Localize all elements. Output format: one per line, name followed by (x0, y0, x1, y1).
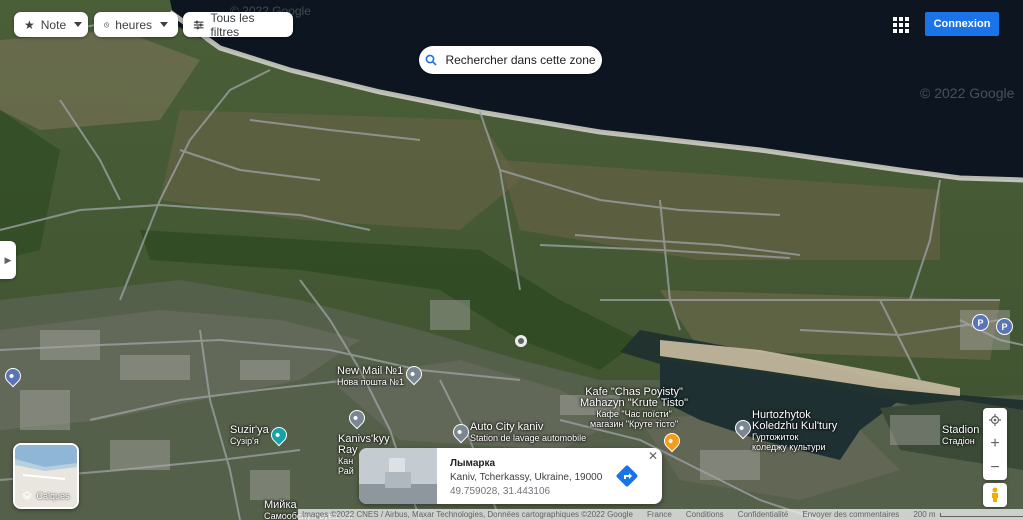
note-filter-chip[interactable]: ★ Note (14, 12, 88, 37)
hours-filter-chip[interactable]: heures (94, 12, 178, 37)
label-hurtozhytok[interactable]: Hurtozhytok Koledzhu Kul'tury Гуртожиток… (752, 410, 837, 453)
chevron-down-icon (74, 22, 83, 27)
scale-label: 200 m (913, 510, 936, 519)
label-suziria[interactable]: Suzir'ya Сузір'я (230, 425, 269, 447)
place-title: Лымарка (450, 458, 496, 469)
place-card[interactable]: Лымарка Kaniv, Tcherkassy, Ukraine, 1900… (359, 448, 662, 504)
sliders-icon (193, 20, 204, 29)
clock-icon (104, 22, 110, 27)
scale-bar[interactable]: 200 m (913, 510, 1023, 519)
zoom-in-button[interactable]: + (983, 432, 1007, 456)
crosshair-icon (989, 414, 1001, 426)
terms-link[interactable]: Conditions (686, 510, 724, 519)
street-view-pegman[interactable] (983, 483, 1007, 507)
hours-filter-label: heures (115, 17, 152, 32)
privacy-link[interactable]: Confidentialité (738, 510, 789, 519)
label-stadion[interactable]: Stadion Стадіон (942, 425, 979, 447)
zoom-out-button[interactable]: − (983, 456, 1007, 480)
selected-location-marker[interactable] (515, 335, 527, 347)
chevron-down-icon (160, 22, 168, 27)
signin-button[interactable]: Connexion (925, 12, 999, 36)
country-link[interactable]: France (647, 510, 672, 519)
layers-icon (22, 491, 33, 500)
directions-icon[interactable] (616, 465, 638, 487)
search-icon (426, 54, 438, 66)
expand-side-panel-button[interactable]: ▶ (0, 241, 16, 279)
label-new-mail[interactable]: New Mail №1 Нова пошта №1 (337, 366, 404, 388)
note-filter-label: Note (40, 17, 67, 32)
parking-badge-1[interactable]: P (972, 314, 989, 331)
map-watermark: © 2022 Google (920, 85, 1015, 101)
label-auto-city[interactable]: Auto City kaniv Station de lavage automo… (470, 422, 586, 444)
place-address: Kaniv, Tcherkassy, Ukraine, 19000 (450, 472, 603, 483)
my-location-button[interactable] (983, 408, 1007, 432)
pegman-icon (992, 487, 998, 502)
zoom-controls: + − (983, 408, 1007, 480)
all-filters-chip[interactable]: Tous les filtres (183, 10, 293, 39)
feedback-link[interactable]: Envoyer des commentaires (802, 510, 899, 519)
place-photo (359, 448, 437, 504)
attribution-text: Images ©2022 CNES / Airbus, Maxar Techno… (302, 510, 633, 519)
apps-grid-icon[interactable] (893, 17, 909, 33)
scale-bar-line (939, 512, 1023, 517)
star-icon: ★ (24, 17, 35, 32)
all-filters-label: Tous les filtres (210, 10, 255, 39)
search-this-area-button[interactable]: Rechercher dans cette zone (419, 46, 602, 74)
layers-label: Calques (36, 491, 70, 501)
close-icon[interactable]: ✕ (648, 449, 658, 463)
label-kafe[interactable]: Kafe "Chas Poyisty" Mahazyn "Krute Tisto… (580, 387, 688, 430)
chevron-right-icon: ▶ (4, 254, 12, 265)
map-footer: Images ©2022 CNES / Airbus, Maxar Techno… (298, 509, 1023, 520)
place-coordinates: 49.759028, 31.443106 (450, 486, 551, 497)
parking-badge-2[interactable]: P (996, 318, 1013, 335)
satellite-map[interactable]: © 2022 Google © 2022 Google New Mail №1 … (0, 0, 1023, 520)
search-this-area-label: Rechercher dans cette zone (445, 53, 596, 67)
layers-button[interactable]: Calques (13, 443, 79, 509)
